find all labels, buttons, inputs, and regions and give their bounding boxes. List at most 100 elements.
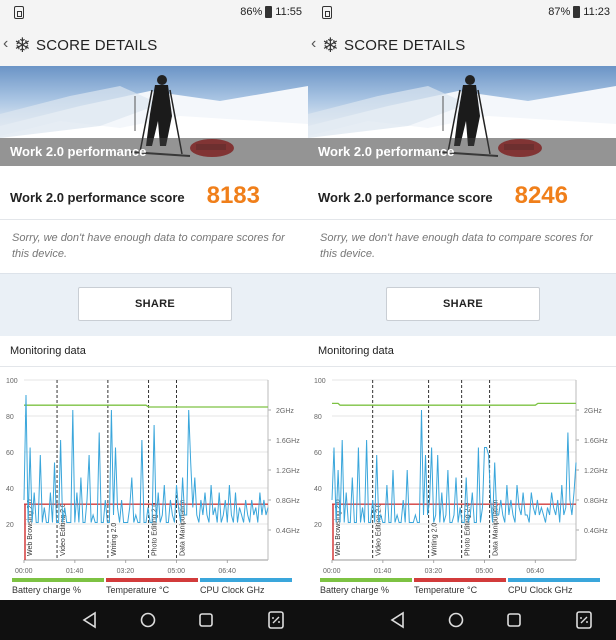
legend-cpu-swatch	[200, 578, 292, 582]
y-right-tick-label: 0.8GHz	[276, 498, 300, 505]
legend-battery-label: Battery charge %	[320, 585, 390, 595]
sim-card-icon	[322, 6, 332, 19]
compare-message: Sorry, we don't have enough data to comp…	[12, 232, 285, 260]
chevron-left-icon[interactable]: ‹	[311, 35, 316, 53]
home-circle-icon[interactable]	[446, 610, 466, 630]
clock: 11:23	[583, 6, 610, 18]
hero-image: Work 2.0 performance	[308, 66, 616, 174]
app-bar: ‹ ❄ SCORE DETAILS	[0, 26, 308, 66]
x-tick-label: 05:00	[168, 568, 186, 575]
banner-title: Work 2.0 performance	[318, 144, 455, 159]
score-card: Work 2.0 performance score 8183 Sorry, w…	[0, 174, 308, 274]
app-bar: ‹ ❄ SCORE DETAILS	[308, 26, 616, 66]
x-tick-label: 00:00	[15, 568, 33, 575]
clock: 11:55	[275, 6, 302, 18]
back-triangle-icon[interactable]	[388, 610, 408, 630]
legend-battery: Battery charge %	[320, 578, 412, 598]
recents-square-icon[interactable]	[196, 610, 216, 630]
monitoring-chart: 100 80 60 40 20 2GHz 1.6GHz 1.2GHz 0.8GHz 0.4GHz 0…	[314, 378, 608, 575]
score-card: Work 2.0 performance score 8246 Sorry, w…	[308, 174, 616, 274]
score-value: 8183	[206, 182, 260, 209]
score-value: 8246	[514, 182, 568, 209]
status-bar: 87% 11:23	[308, 0, 616, 26]
y-left-tick-label: 100	[314, 378, 326, 385]
monitoring-title: Monitoring data	[318, 345, 394, 357]
y-left-tick-label: 60	[6, 450, 14, 457]
x-tick-label: 01:40	[374, 568, 392, 575]
x-tick-label: 03:20	[425, 568, 443, 575]
score-label: Work 2.0 performance score	[318, 190, 493, 205]
home-circle-icon[interactable]	[138, 610, 158, 630]
x-tick-label: 06:40	[218, 568, 236, 575]
legend-temperature: Temperature °C	[106, 578, 198, 598]
y-right-tick-label: 0.8GHz	[584, 498, 608, 505]
page-title: SCORE DETAILS	[344, 37, 466, 54]
chevron-left-icon[interactable]: ‹	[3, 35, 8, 53]
monitoring-card: Monitoring data 100 80 60 40 20 2GHz 1.6GHz 1.2…	[0, 336, 308, 600]
snowflake-icon: ❄	[322, 35, 339, 57]
y-left-tick-label: 40	[6, 486, 14, 493]
compare-message: Sorry, we don't have enough data to comp…	[320, 232, 593, 260]
y-left-tick-label: 60	[314, 450, 322, 457]
hero-banner: Work 2.0 performance	[0, 138, 308, 166]
y-left-tick-label: 20	[6, 522, 14, 529]
segment-label: Writing 2.0	[432, 523, 439, 556]
y-right-tick-label: 1.6GHz	[276, 438, 300, 445]
y-left-tick-label: 80	[314, 414, 322, 421]
battery-percent: 87%	[548, 6, 571, 18]
nav-bar	[0, 600, 308, 640]
x-tick-label: 00:00	[323, 568, 341, 575]
legend-cpu-swatch	[508, 578, 600, 582]
legend-battery-label: Battery charge %	[12, 585, 82, 595]
panel-right: 87% 11:23 ‹ ❄ SCORE DETAILS Work 2.0 per…	[308, 0, 616, 640]
y-right-tick-label: 0.4GHz	[276, 528, 300, 535]
monitoring-title: Monitoring data	[10, 345, 86, 357]
recents-square-icon[interactable]	[504, 610, 524, 630]
y-left-tick-label: 20	[314, 522, 322, 529]
legend-battery: Battery charge %	[12, 578, 104, 598]
share-button[interactable]: SHARE	[78, 287, 232, 321]
nav-bar	[308, 600, 616, 640]
back-triangle-icon[interactable]	[80, 610, 100, 630]
legend-temperature-label: Temperature °C	[414, 585, 478, 595]
y-right-tick-label: 1.2GHz	[276, 468, 300, 475]
legend-temperature-swatch	[414, 578, 506, 582]
divider	[0, 366, 308, 367]
page-title: SCORE DETAILS	[36, 37, 158, 54]
legend-cpu-label: CPU Clock GHz	[200, 585, 265, 595]
share-button[interactable]: SHARE	[386, 287, 540, 321]
y-left-tick-label: 100	[6, 378, 18, 385]
series-line-battery	[24, 404, 268, 408]
y-right-tick-label: 2GHz	[584, 408, 602, 415]
divider	[308, 366, 616, 367]
y-right-tick-label: 0.4GHz	[584, 528, 608, 535]
battery-percent: 86%	[240, 6, 263, 18]
legend-temperature-label: Temperature °C	[106, 585, 170, 595]
divider	[308, 219, 616, 220]
y-right-tick-label: 1.2GHz	[584, 468, 608, 475]
y-right-tick-label: 1.6GHz	[584, 438, 608, 445]
x-tick-label: 06:40	[526, 568, 544, 575]
battery-icon	[573, 6, 581, 18]
screenshot-icon[interactable]	[266, 610, 286, 630]
panel-left: 86% 11:55 ‹ ❄ SCORE DETAILS Work 2.0 per…	[0, 0, 308, 640]
x-tick-label: 03:20	[117, 568, 135, 575]
legend-cpu: CPU Clock GHz	[508, 578, 600, 598]
y-left-tick-label: 40	[314, 486, 322, 493]
divider	[0, 219, 308, 220]
legend-cpu-label: CPU Clock GHz	[508, 585, 573, 595]
screenshot-icon[interactable]	[574, 610, 594, 630]
segment-label: Video Editing 2.0	[376, 503, 383, 556]
sim-card-icon	[14, 6, 24, 19]
battery-icon	[265, 6, 273, 18]
monitoring-chart: 100 80 60 40 20 2GHz 1.6GHz 1.2GHz 0.8GHz 0.4GHz 0…	[6, 378, 300, 575]
monitoring-card: Monitoring data 100 80 60 40 20 2GHz 1.6GHz 1.2…	[308, 336, 616, 600]
legend-temperature-swatch	[106, 578, 198, 582]
banner-title: Work 2.0 performance	[10, 144, 147, 159]
hero-image: Work 2.0 performance	[0, 66, 308, 174]
x-tick-label: 05:00	[476, 568, 494, 575]
series-line-cpu	[331, 409, 577, 523]
legend-battery-swatch	[320, 578, 412, 582]
y-right-tick-label: 2GHz	[276, 408, 294, 415]
segment-label: Video Editing 2.0	[60, 503, 67, 556]
